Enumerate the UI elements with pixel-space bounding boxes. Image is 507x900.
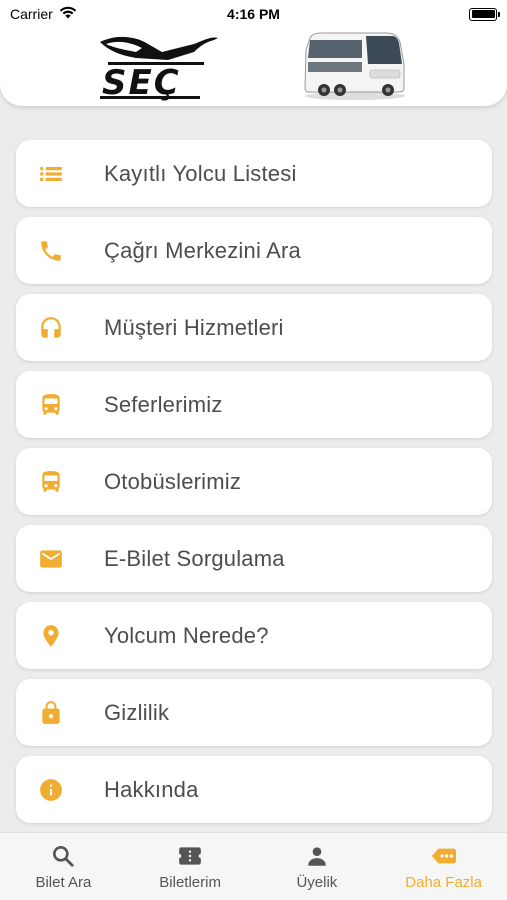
- tab-more[interactable]: Daha Fazla: [380, 833, 507, 900]
- phone-icon: [36, 236, 66, 266]
- mail-icon: [36, 544, 66, 574]
- status-left: Carrier: [10, 6, 77, 22]
- status-bar: Carrier 4:16 PM: [0, 0, 507, 28]
- menu-item-label: Hakkında: [104, 776, 199, 802]
- brand-logo: SEÇ: [100, 36, 218, 102]
- more-menu-list: Kayıtlı Yolcu Listesi Çağrı Merkezini Ar…: [16, 140, 492, 833]
- bottom-tab-bar: Bilet Ara Biletlerim Üyelik Daha Fazla: [0, 832, 507, 900]
- menu-item-label: Çağrı Merkezini Ara: [104, 237, 301, 263]
- menu-item-label: Yolcum Nerede?: [104, 622, 269, 648]
- battery-icon: [469, 7, 500, 21]
- tab-my-tickets[interactable]: Biletlerim: [127, 833, 254, 900]
- tab-search-ticket[interactable]: Bilet Ara: [0, 833, 127, 900]
- ticket-icon: [179, 847, 201, 865]
- bus-image: [304, 32, 405, 100]
- menu-item-label: E-Bilet Sorgulama: [104, 545, 285, 571]
- wifi-icon: [59, 6, 77, 22]
- menu-item-about[interactable]: Hakkında: [16, 756, 492, 823]
- app-header: SEÇ: [0, 28, 507, 106]
- menu-item-label: Kayıtlı Yolcu Listesi: [104, 160, 297, 186]
- lock-icon: [36, 698, 66, 728]
- search-icon: [53, 846, 74, 867]
- menu-item-label: Otobüslerimiz: [104, 468, 242, 494]
- carrier-label: Carrier: [10, 6, 53, 22]
- list-icon: [36, 159, 66, 189]
- location-pin-icon: [36, 621, 66, 651]
- menu-item-call-center[interactable]: Çağrı Merkezini Ara: [16, 217, 492, 284]
- menu-item-label: Gizlilik: [104, 699, 170, 725]
- menu-item-label: Seferlerimiz: [104, 391, 223, 417]
- tab-label: Daha Fazla: [405, 874, 482, 891]
- bus-icon: [36, 467, 66, 497]
- tab-label: Biletlerim: [159, 874, 221, 891]
- menu-item-eticket-query[interactable]: E-Bilet Sorgulama: [16, 525, 492, 592]
- bus-icon: [36, 390, 66, 420]
- menu-item-customer-service[interactable]: Müşteri Hizmetleri: [16, 294, 492, 361]
- tab-membership[interactable]: Üyelik: [254, 833, 381, 900]
- tab-label: Bilet Ara: [35, 874, 92, 891]
- more-tag-icon: [431, 848, 456, 864]
- menu-item-our-buses[interactable]: Otobüslerimiz: [16, 448, 492, 515]
- tab-label: Üyelik: [296, 874, 338, 891]
- menu-item-registered-passengers[interactable]: Kayıtlı Yolcu Listesi: [16, 140, 492, 207]
- headset-icon: [36, 313, 66, 343]
- info-icon: [36, 775, 66, 805]
- person-icon: [308, 847, 326, 866]
- menu-item-label: Müşteri Hizmetleri: [104, 314, 284, 340]
- menu-item-privacy[interactable]: Gizlilik: [16, 679, 492, 746]
- menu-item-our-trips[interactable]: Seferlerimiz: [16, 371, 492, 438]
- menu-item-where-is-passenger[interactable]: Yolcum Nerede?: [16, 602, 492, 669]
